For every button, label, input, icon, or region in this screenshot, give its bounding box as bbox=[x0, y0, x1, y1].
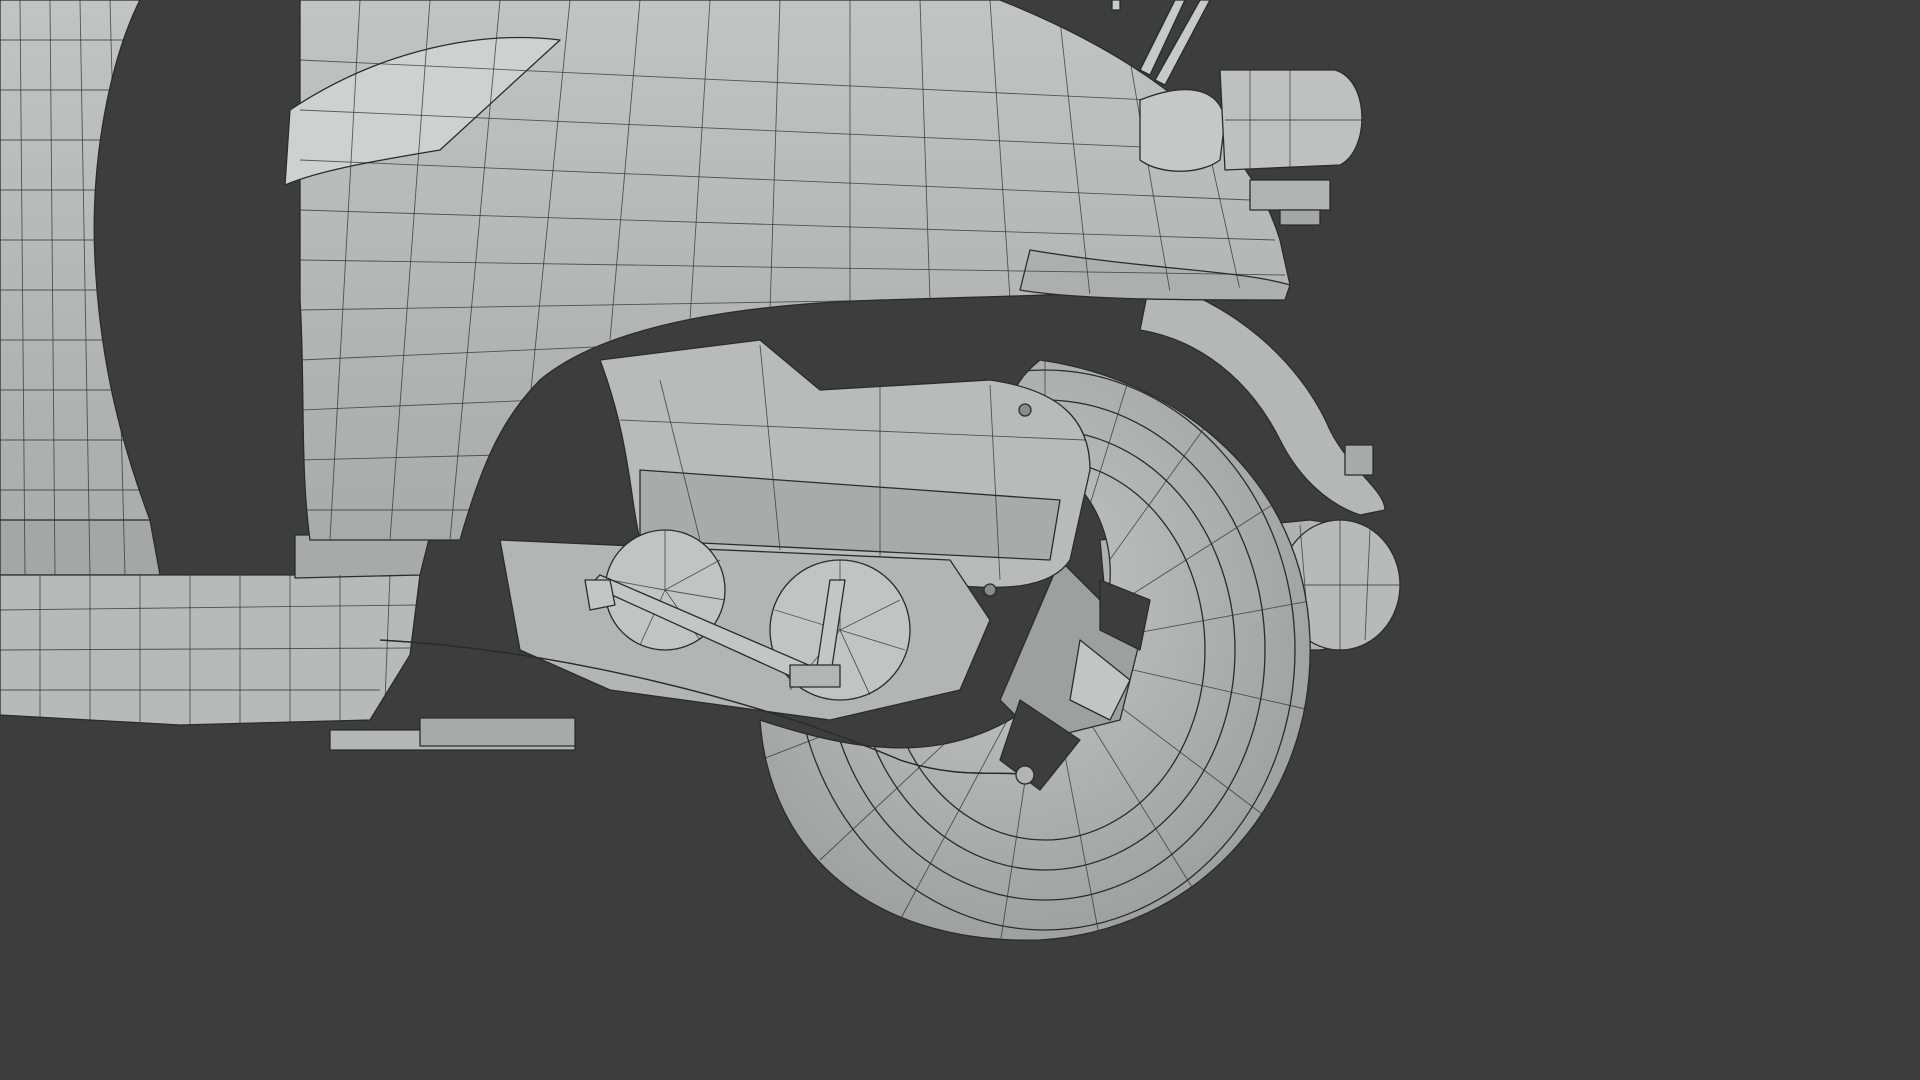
cvt-case[interactable] bbox=[499, 529, 991, 721]
front-leg-shield[interactable] bbox=[0, 0, 161, 576]
tail-light[interactable] bbox=[1139, 69, 1365, 172]
mesh-render[interactable] bbox=[0, 0, 1920, 1080]
3d-viewport[interactable] bbox=[0, 0, 1920, 1080]
